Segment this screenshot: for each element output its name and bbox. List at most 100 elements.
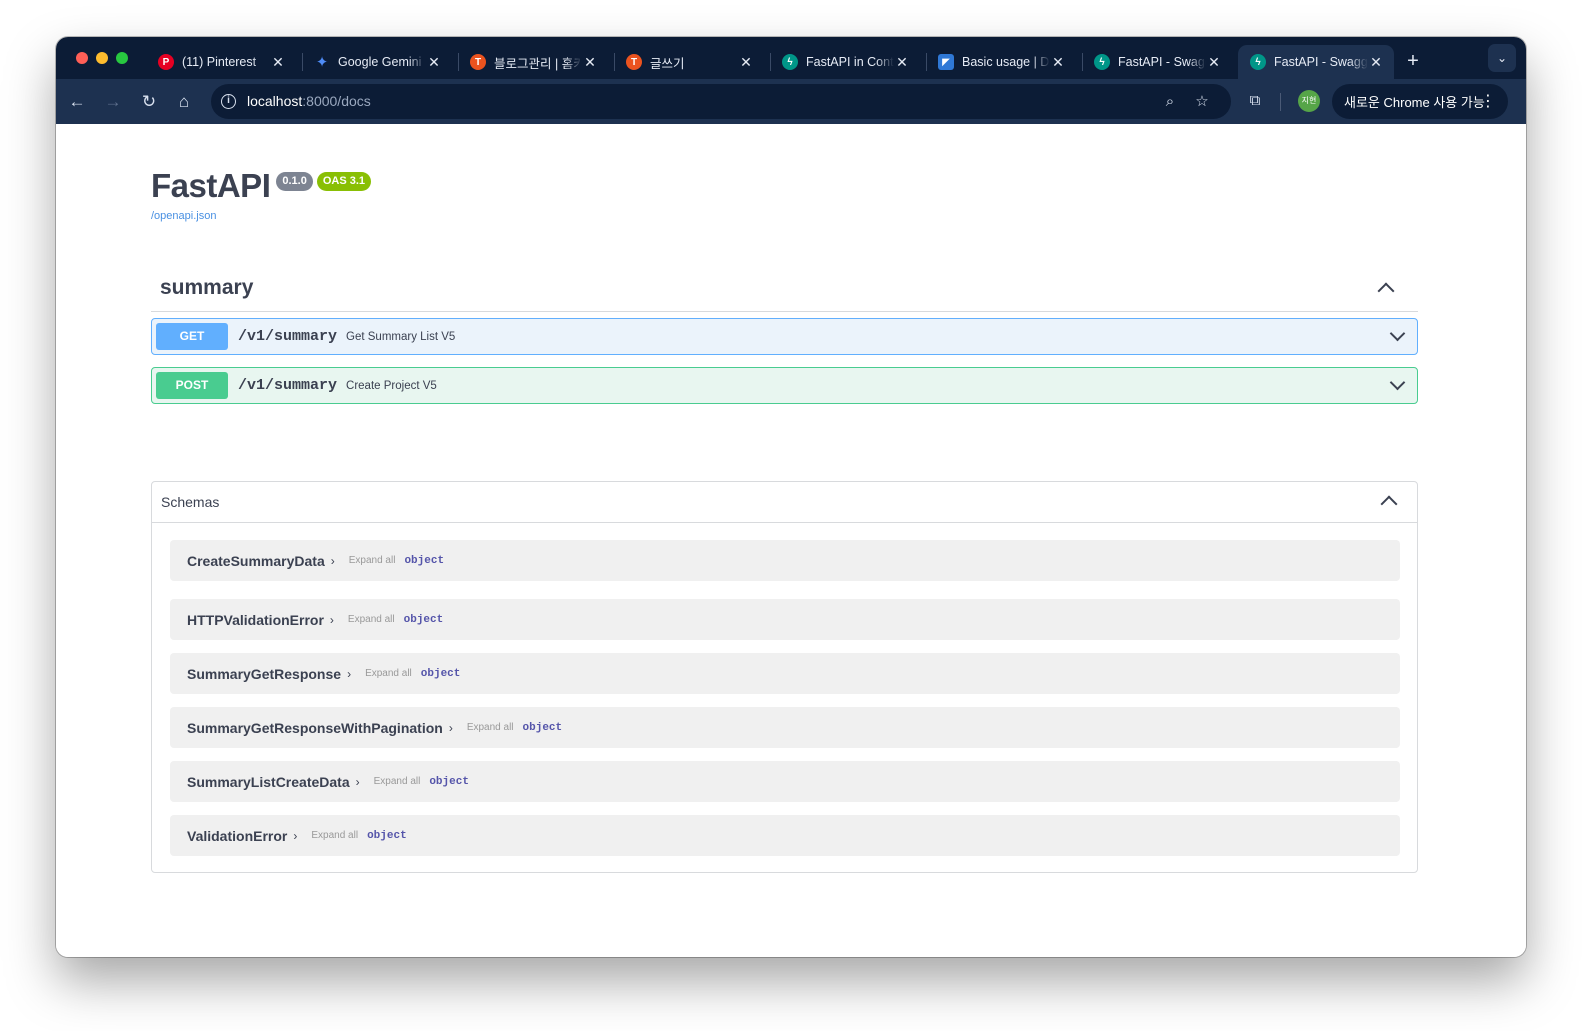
tab-search-button[interactable]: ⌄ [1488, 44, 1516, 72]
tab-close-icon[interactable]: ✕ [270, 54, 286, 71]
home-button[interactable]: ⌂ [171, 89, 197, 115]
method-badge: GET [156, 323, 228, 350]
tab-close-icon[interactable]: ✕ [582, 54, 598, 71]
model-type: object [522, 721, 563, 734]
tab-pinterest[interactable]: P (11) Pinterest ✕ [146, 45, 296, 79]
chevron-down-icon[interactable] [1389, 374, 1406, 391]
chevron-right-icon[interactable]: › [347, 667, 351, 681]
api-info: FastAPI 0.1.0 OAS 3.1 [151, 167, 372, 204]
model-row[interactable]: SummaryListCreateData › Expand all objec… [170, 761, 1400, 802]
model-type: object [429, 775, 469, 788]
tab-swagger-1[interactable]: ϟ FastAPI - Swagger UI ✕ [1082, 45, 1232, 79]
tab-title: (11) Pinterest [182, 55, 257, 69]
operation-path: /v1/summary [238, 377, 338, 394]
tab-basic-usage[interactable]: ◤ Basic usage | Docs ✕ [926, 45, 1076, 79]
more-menu-icon[interactable]: ⋮ [1480, 91, 1496, 111]
tab-gemini[interactable]: ✦ Google Gemini ✕ [302, 45, 452, 79]
schemas-header[interactable]: Schemas [152, 482, 1417, 523]
desktop-background: P (11) Pinterest ✕ ✦ Google Gemini ✕ T 블… [0, 0, 1582, 1031]
tab-title: FastAPI in Containers [806, 55, 894, 69]
oas-badge: OAS 3.1 [316, 172, 372, 191]
model-row[interactable]: CreateSummaryData › Expand all object [170, 540, 1400, 581]
reload-button[interactable]: ↻ [136, 89, 162, 115]
model-name[interactable]: CreateSummaryData [187, 553, 325, 569]
bookmark-star-icon[interactable]: ☆ [1191, 91, 1213, 113]
chevron-right-icon[interactable]: › [356, 775, 360, 789]
operation-summary: Get Summary List V5 [346, 330, 456, 343]
expand-all-button[interactable]: Expand all [374, 776, 421, 787]
expand-all-button[interactable]: Expand all [365, 668, 412, 679]
minimize-window-button[interactable] [96, 52, 108, 64]
model-row[interactable]: SummaryGetResponseWithPagination › Expan… [170, 707, 1400, 748]
site-info-icon[interactable]: i [221, 94, 236, 109]
model-name[interactable]: SummaryGetResponse [187, 666, 341, 682]
schemas-title: Schemas [161, 494, 220, 510]
new-tab-button[interactable]: + [1399, 47, 1427, 75]
profile-avatar[interactable]: 지현 [1298, 90, 1320, 112]
fastapi-icon: ϟ [1250, 54, 1266, 70]
expand-all-button[interactable]: Expand all [349, 555, 396, 566]
url-text[interactable]: localhost:8000/docs [247, 93, 371, 109]
operation-get-summary[interactable]: GET /v1/summary Get Summary List V5 [151, 318, 1418, 355]
chevron-right-icon[interactable]: › [449, 721, 453, 735]
method-badge: POST [156, 372, 228, 399]
chevron-right-icon[interactable]: › [330, 613, 334, 627]
expand-all-button[interactable]: Expand all [311, 830, 358, 841]
openapi-json-link[interactable]: /openapi.json [151, 210, 216, 222]
maximize-window-button[interactable] [116, 52, 128, 64]
model-type: object [420, 667, 461, 680]
expand-all-button[interactable]: Expand all [348, 614, 395, 625]
back-button[interactable]: ← [64, 89, 90, 115]
tab-close-icon[interactable]: ✕ [738, 54, 754, 71]
chevron-right-icon[interactable]: › [293, 829, 297, 843]
close-window-button[interactable] [76, 52, 88, 64]
tab-blog-admin[interactable]: T 블로그관리 | 홈키파 ✕ [458, 45, 608, 79]
tag-header[interactable]: summary [151, 264, 1418, 312]
pinterest-icon: P [158, 54, 174, 70]
operation-post-summary[interactable]: POST /v1/summary Create Project V5 [151, 367, 1418, 404]
toolbar-divider [1280, 93, 1281, 111]
tab-title: FastAPI - Swagger UI [1274, 55, 1368, 69]
extensions-puzzle-icon[interactable]: ⧉ [1243, 89, 1267, 113]
schemas-section: Schemas CreateSummaryData › Expand all o… [151, 481, 1418, 873]
chevron-up-icon[interactable] [1380, 495, 1398, 513]
chevron-right-icon[interactable]: › [331, 554, 335, 568]
tab-write-post[interactable]: T 글쓰기 ✕ [614, 45, 764, 79]
chrome-update-button[interactable]: 새로운 Chrome 사용 가능 ⋮ [1332, 84, 1508, 119]
tab-title: Basic usage | Docs [962, 55, 1050, 69]
model-name[interactable]: SummaryGetResponseWithPagination [187, 720, 443, 736]
tab-close-icon[interactable]: ✕ [1206, 54, 1222, 71]
chevron-down-icon[interactable] [1389, 325, 1406, 342]
model-name[interactable]: SummaryListCreateData [187, 774, 350, 790]
tab-title: Google Gemini [338, 55, 422, 69]
tab-close-icon[interactable]: ✕ [1368, 54, 1384, 71]
tab-close-icon[interactable]: ✕ [426, 54, 442, 71]
model-name[interactable]: HTTPValidationError [187, 612, 324, 628]
fastapi-icon: ϟ [782, 54, 798, 70]
address-bar[interactable]: i localhost:8000/docs ⌕ ☆ [211, 84, 1231, 119]
model-type: object [404, 554, 445, 567]
tab-close-icon[interactable]: ✕ [894, 54, 910, 71]
api-title: FastAPI [151, 167, 271, 204]
model-row[interactable]: ValidationError › Expand all object [170, 815, 1400, 856]
tab-swagger-active[interactable]: ϟ FastAPI - Swagger UI ✕ [1238, 45, 1394, 79]
tab-title: FastAPI - Swagger UI [1118, 55, 1206, 69]
browser-window: P (11) Pinterest ✕ ✦ Google Gemini ✕ T 블… [56, 37, 1526, 957]
version-badge: 0.1.0 [276, 172, 313, 191]
tistory-icon: T [470, 54, 486, 70]
update-label: 새로운 Chrome 사용 가능 [1344, 95, 1485, 110]
gemini-icon: ✦ [315, 54, 329, 71]
expand-all-button[interactable]: Expand all [467, 722, 514, 733]
chevron-up-icon[interactable] [1377, 282, 1395, 300]
zoom-icon[interactable]: ⌕ [1159, 91, 1181, 113]
forward-button[interactable]: → [100, 89, 126, 115]
window-controls [76, 52, 128, 64]
tab-close-icon[interactable]: ✕ [1050, 54, 1066, 71]
tab-title: 블로그관리 | 홈키파 [494, 56, 582, 71]
model-row[interactable]: HTTPValidationError › Expand all object [170, 599, 1400, 640]
model-name[interactable]: ValidationError [187, 828, 287, 844]
tab-fastapi-containers[interactable]: ϟ FastAPI in Containers ✕ [770, 45, 920, 79]
model-type: object [367, 829, 407, 842]
model-row[interactable]: SummaryGetResponse › Expand all object [170, 653, 1400, 694]
browser-toolbar: ← → ↻ ⌂ i localhost:8000/docs ⌕ ☆ ⧉ 지현 새… [56, 79, 1526, 124]
